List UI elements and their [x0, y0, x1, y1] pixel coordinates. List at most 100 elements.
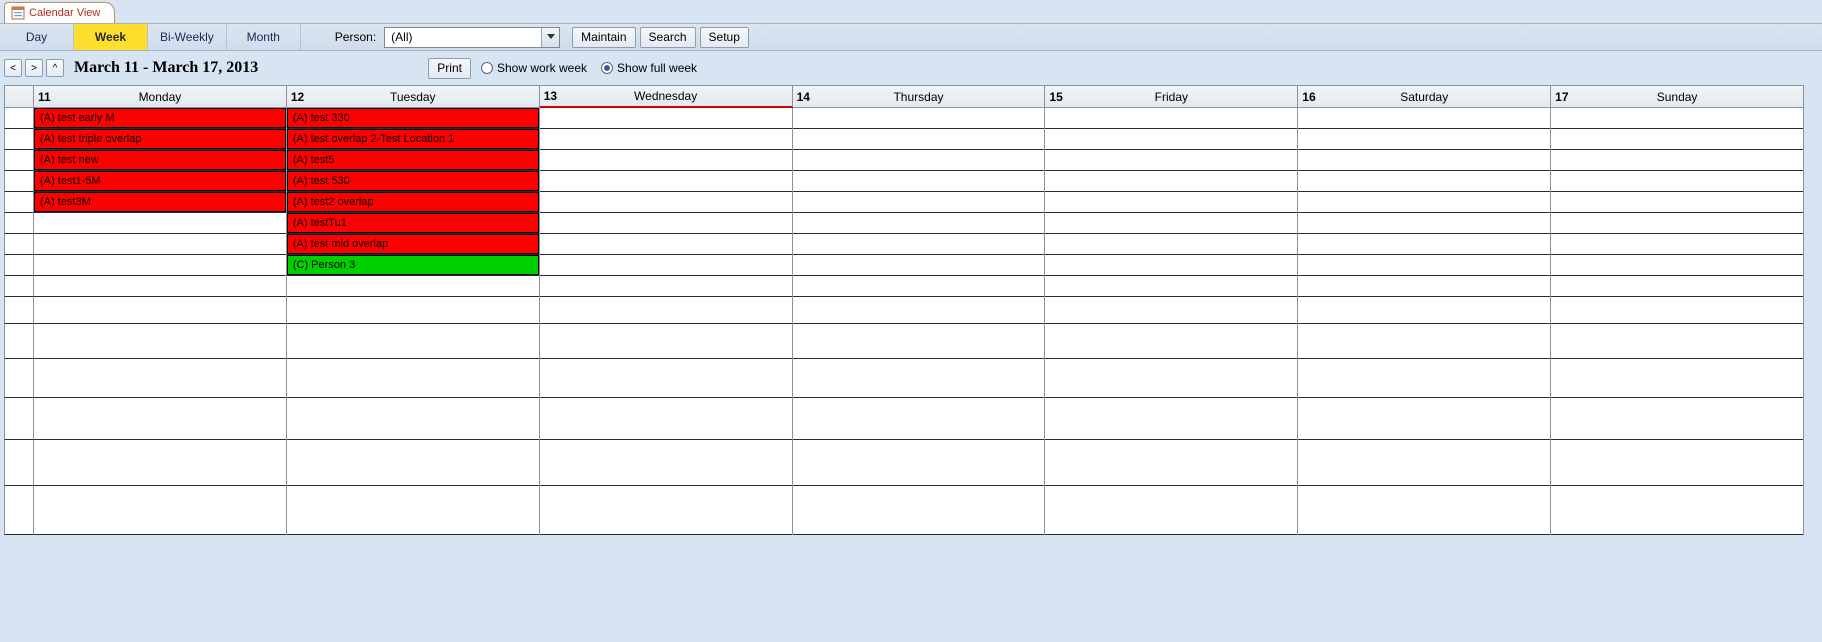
calendar-cell[interactable] — [1045, 171, 1298, 192]
calendar-cell[interactable] — [540, 440, 793, 486]
prev-button[interactable]: < — [4, 59, 22, 77]
calendar-event[interactable]: (A) test2 overlap — [287, 192, 539, 212]
calendar-cell[interactable] — [1298, 276, 1551, 297]
calendar-header-day[interactable]: 17 Sunday — [1551, 86, 1804, 108]
calendar-cell[interactable] — [1298, 129, 1551, 150]
calendar-cell[interactable] — [1298, 486, 1551, 535]
calendar-cell[interactable]: (A) test 330 — [287, 108, 540, 129]
calendar-cell[interactable] — [1551, 440, 1804, 486]
calendar-cell[interactable] — [540, 129, 793, 150]
calendar-header-day[interactable]: 13 Wednesday — [540, 86, 793, 108]
calendar-event[interactable]: (A) test5 — [287, 150, 539, 170]
calendar-cell[interactable]: (A) test3M — [34, 192, 287, 213]
calendar-header-day[interactable]: 12 Tuesday — [287, 86, 540, 108]
calendar-cell[interactable]: (A) test mid overlap — [287, 234, 540, 255]
calendar-cell[interactable] — [540, 171, 793, 192]
calendar-cell[interactable] — [34, 255, 287, 276]
calendar-event[interactable]: (A) test1-5M — [34, 171, 286, 191]
calendar-cell[interactable] — [1551, 359, 1804, 398]
calendar-cell[interactable]: (A) test overlap 2-Test Location 1 — [287, 129, 540, 150]
calendar-cell[interactable] — [540, 192, 793, 213]
calendar-cell[interactable] — [793, 297, 1046, 324]
calendar-cell[interactable] — [540, 486, 793, 535]
calendar-header-day[interactable]: 15 Friday — [1045, 86, 1298, 108]
calendar-cell[interactable] — [793, 255, 1046, 276]
calendar-cell[interactable]: (A) test2 overlap — [287, 192, 540, 213]
radio-work-week[interactable]: Show work week — [481, 61, 587, 75]
calendar-cell[interactable] — [1298, 440, 1551, 486]
calendar-cell[interactable]: (A) test5 — [287, 150, 540, 171]
calendar-event[interactable]: (A) test new — [34, 150, 286, 170]
document-tab[interactable]: Calendar View — [4, 2, 115, 23]
calendar-cell[interactable]: (A) test1-5M — [34, 171, 287, 192]
calendar-cell[interactable] — [34, 359, 287, 398]
calendar-cell[interactable] — [1045, 234, 1298, 255]
calendar-event[interactable]: (A) testTu1 — [287, 213, 539, 233]
calendar-cell[interactable] — [287, 440, 540, 486]
calendar-cell[interactable] — [34, 398, 287, 440]
calendar-cell[interactable] — [1551, 192, 1804, 213]
calendar-event[interactable]: (A) test overlap 2-Test Location 1 — [287, 129, 539, 149]
calendar-cell[interactable] — [1045, 324, 1298, 359]
calendar-cell[interactable]: (A) test early M — [34, 108, 287, 129]
view-tab-month[interactable]: Month — [227, 24, 301, 50]
calendar-cell[interactable] — [1045, 297, 1298, 324]
calendar-cell[interactable] — [1298, 150, 1551, 171]
calendar-cell[interactable] — [1551, 486, 1804, 535]
calendar-cell[interactable] — [287, 324, 540, 359]
calendar-cell[interactable] — [34, 440, 287, 486]
view-tab-day[interactable]: Day — [0, 24, 74, 50]
calendar-cell[interactable] — [34, 213, 287, 234]
calendar-header-day[interactable]: 11 Monday — [34, 86, 287, 108]
calendar-cell[interactable] — [540, 297, 793, 324]
calendar-cell[interactable]: (A) test triple overlap — [34, 129, 287, 150]
calendar-cell[interactable] — [793, 440, 1046, 486]
calendar-cell[interactable] — [34, 297, 287, 324]
calendar-event[interactable]: (A) test mid overlap — [287, 234, 539, 254]
radio-full-week[interactable]: Show full week — [601, 61, 697, 75]
calendar-cell[interactable] — [34, 234, 287, 255]
calendar-cell[interactable] — [1551, 255, 1804, 276]
calendar-event[interactable]: (A) test triple overlap — [34, 129, 286, 149]
calendar-cell[interactable] — [1298, 297, 1551, 324]
calendar-event[interactable]: (C) Person 3 — [287, 255, 539, 275]
calendar-cell[interactable] — [1045, 440, 1298, 486]
calendar-cell[interactable]: (C) Person 3 — [287, 255, 540, 276]
calendar-cell[interactable] — [540, 108, 793, 129]
calendar-cell[interactable] — [1045, 150, 1298, 171]
calendar-cell[interactable] — [1551, 108, 1804, 129]
calendar-event[interactable]: (A) test early M — [34, 108, 286, 128]
calendar-cell[interactable] — [1298, 234, 1551, 255]
calendar-cell[interactable]: (A) test new — [34, 150, 287, 171]
calendar-cell[interactable] — [1045, 486, 1298, 535]
calendar-cell[interactable] — [1298, 398, 1551, 440]
view-tab-week[interactable]: Week — [74, 24, 148, 50]
calendar-cell[interactable] — [34, 486, 287, 535]
calendar-cell[interactable] — [34, 324, 287, 359]
calendar-cell[interactable] — [287, 276, 540, 297]
calendar-cell[interactable] — [1551, 213, 1804, 234]
calendar-cell[interactable] — [793, 234, 1046, 255]
calendar-cell[interactable] — [540, 150, 793, 171]
calendar-cell[interactable] — [1045, 398, 1298, 440]
next-button[interactable]: > — [25, 59, 43, 77]
calendar-cell[interactable] — [1045, 129, 1298, 150]
calendar-cell[interactable] — [540, 398, 793, 440]
calendar-cell[interactable] — [1045, 108, 1298, 129]
calendar-cell[interactable] — [1298, 359, 1551, 398]
calendar-cell[interactable] — [793, 150, 1046, 171]
calendar-cell[interactable] — [540, 213, 793, 234]
calendar-cell[interactable] — [287, 359, 540, 398]
calendar-event[interactable]: (A) test 330 — [287, 108, 539, 128]
calendar-cell[interactable]: (A) test 530 — [287, 171, 540, 192]
calendar-cell[interactable] — [1551, 150, 1804, 171]
calendar-cell[interactable] — [793, 192, 1046, 213]
calendar-cell[interactable] — [1045, 255, 1298, 276]
setup-button[interactable]: Setup — [700, 27, 749, 48]
maintain-button[interactable]: Maintain — [572, 27, 635, 48]
calendar-cell[interactable] — [793, 398, 1046, 440]
calendar-cell[interactable] — [540, 234, 793, 255]
calendar-cell[interactable] — [1298, 213, 1551, 234]
calendar-cell[interactable] — [1298, 171, 1551, 192]
calendar-cell[interactable] — [1551, 234, 1804, 255]
